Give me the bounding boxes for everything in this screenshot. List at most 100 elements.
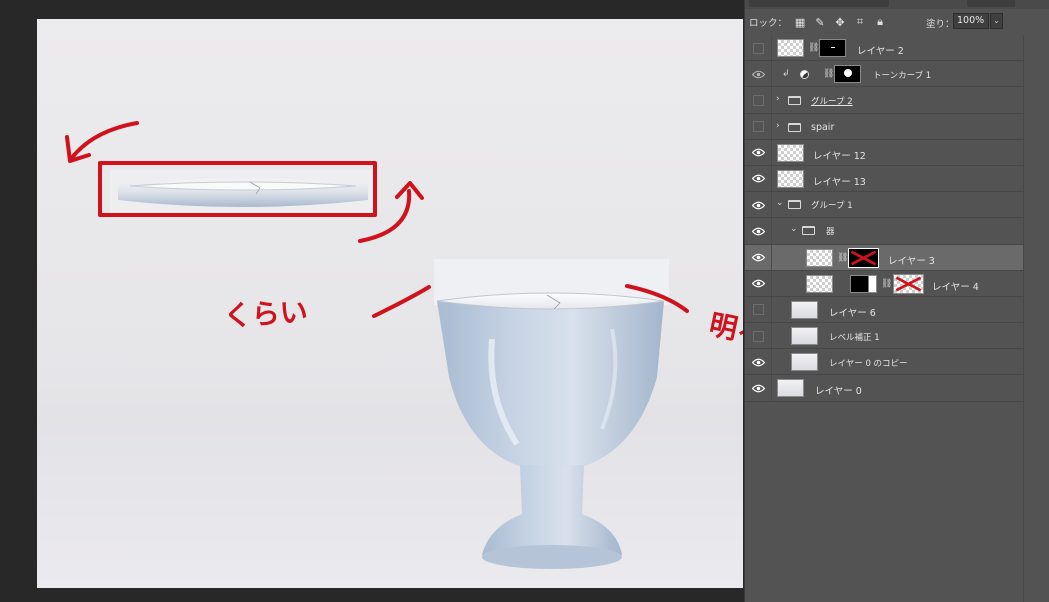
layer-name: トーンカーブ 1 <box>873 71 932 82</box>
visibility-toggle[interactable] <box>751 329 766 343</box>
layer-row[interactable]: › グループ 2 <box>745 87 1023 114</box>
red-x-mark <box>850 250 877 265</box>
layer-thumbnail <box>806 274 833 293</box>
mask-thumbnail <box>893 273 924 294</box>
visibility-toggle[interactable] <box>751 120 766 134</box>
lock-bar: ロック： ▦ ✎ ✥ ⌗ 🔒︎ 塗り： 100% ⌄ <box>745 10 1049 34</box>
padlock-icon[interactable]: 🔒︎ <box>873 15 887 29</box>
visibility-toggle[interactable] <box>751 93 766 107</box>
visibility-toggle[interactable] <box>751 67 766 81</box>
layer-name: レイヤー 12 <box>813 150 866 162</box>
visibility-toggle[interactable] <box>751 251 766 265</box>
chevron-right-icon[interactable]: › <box>776 121 780 131</box>
brush-lock-icon[interactable]: ✎ <box>813 15 827 29</box>
layer-thumbnail <box>777 143 804 162</box>
layer-name: レイヤー 6 <box>829 307 876 319</box>
document-canvas[interactable]: くらい 明るい <box>37 19 743 588</box>
visibility-toggle[interactable] <box>751 224 766 238</box>
layer-row[interactable]: レベル補正 1 <box>745 323 1023 350</box>
folder-icon <box>788 122 801 132</box>
panel-top-strip <box>745 0 1049 9</box>
link-icon: ⛓︎ <box>837 252 849 263</box>
chevron-down-icon[interactable]: ⌄ <box>776 198 784 208</box>
canvas-area[interactable]: くらい 明るい <box>0 0 744 602</box>
layer-row-selected[interactable]: ⛓︎ レイヤー 3 <box>745 244 1023 271</box>
chevron-down-icon[interactable]: ⌄ <box>790 224 798 234</box>
layer-name: レイヤー 0 <box>815 386 862 398</box>
hidden-box-icon <box>753 42 764 54</box>
fill-label: 塗り： <box>926 19 955 30</box>
layer-row[interactable]: ↲ ⛓︎ トーンカーブ 1 <box>745 61 1023 88</box>
hidden-box-icon <box>753 304 764 316</box>
layer-row[interactable]: ⌄ グループ 1 <box>745 192 1023 219</box>
eye-icon <box>752 201 765 209</box>
layer-thumbnail-2 <box>850 274 877 293</box>
dark-annotation-text: くらい <box>223 295 309 332</box>
visibility-toggle[interactable] <box>751 277 766 291</box>
mask-thumbnail <box>848 247 879 268</box>
visibility-toggle[interactable] <box>751 303 766 317</box>
fill-dropdown-arrow[interactable]: ⌄ <box>990 13 1003 29</box>
annotation-layer: くらい 明るい <box>65 121 743 358</box>
layer-name: レイヤー 2 <box>857 46 904 57</box>
lock-label: ロック： <box>749 18 788 29</box>
blend-mode-dropdown[interactable] <box>967 0 1015 7</box>
hidden-box-icon <box>753 121 764 133</box>
hidden-box-icon <box>753 330 764 342</box>
layer-name: レイヤー 0 のコピー <box>829 359 908 370</box>
layer-row[interactable]: ⛓︎ レイヤー 2 <box>745 35 1023 62</box>
layer-name: レベル補正 1 <box>829 333 880 344</box>
folder-icon <box>788 200 801 210</box>
visibility-toggle[interactable] <box>751 41 766 55</box>
visibility-toggle[interactable] <box>751 198 766 212</box>
layer-row[interactable]: レイヤー 0 のコピー <box>745 349 1023 376</box>
visibility-toggle[interactable] <box>751 172 766 186</box>
eye-icon <box>752 70 765 78</box>
visibility-toggle[interactable] <box>751 355 766 369</box>
link-icon: ⛓︎ <box>823 69 835 80</box>
layer-thumbnail <box>777 39 804 57</box>
layers-panel: ロック： ▦ ✎ ✥ ⌗ 🔒︎ 塗り： 100% ⌄ ⛓︎ レイヤー 2 ↲ ⛓… <box>744 0 1049 602</box>
layer-row[interactable]: ⌄ 器 <box>745 218 1023 245</box>
eye-icon <box>752 253 765 262</box>
visibility-toggle[interactable] <box>751 146 766 160</box>
rotate-left-arrow <box>69 121 139 161</box>
bright-annotation-text: 明るい <box>706 308 743 358</box>
red-x-mark <box>895 276 922 292</box>
layer-row[interactable]: レイヤー 0 <box>745 375 1023 402</box>
layer-row[interactable]: レイヤー 13 <box>745 165 1023 193</box>
layer-row[interactable]: › spair <box>745 113 1023 140</box>
layer-name: 器 <box>826 227 835 238</box>
folder-icon <box>788 96 801 106</box>
highlight-rectangle <box>98 161 377 217</box>
layer-row[interactable]: レイヤー 6 <box>745 296 1023 324</box>
layer-list: ⛓︎ レイヤー 2 ↲ ⛓︎ トーンカーブ 1 › グループ 2 › spair… <box>745 35 1023 402</box>
layer-name: グループ 2 <box>811 97 853 108</box>
artboard-lock-icon[interactable]: ⌗ <box>853 15 867 29</box>
layer-filter-dropdown[interactable] <box>749 0 889 7</box>
bright-side-pointer <box>625 284 689 313</box>
visibility-toggle[interactable] <box>751 381 766 395</box>
panel-scrollbar[interactable] <box>1023 35 1049 602</box>
chevron-right-icon[interactable]: › <box>776 94 780 104</box>
adjustment-icon <box>800 70 809 80</box>
checker-lock-icon[interactable]: ▦ <box>793 15 807 29</box>
layer-thumbnail <box>791 300 818 319</box>
move-lock-icon[interactable]: ✥ <box>833 15 847 29</box>
mask-thumbnail <box>834 65 861 84</box>
eye-icon <box>752 384 765 393</box>
clipping-arrow-icon: ↲ <box>782 69 790 80</box>
eye-icon <box>752 227 765 236</box>
fill-input[interactable]: 100% <box>953 13 989 29</box>
layer-row[interactable]: レイヤー 12 <box>745 139 1023 166</box>
link-icon: ⛓︎ <box>881 278 893 289</box>
hidden-box-icon <box>753 94 764 106</box>
folder-icon <box>802 226 815 236</box>
layer-thumbnail <box>777 379 804 398</box>
layer-row[interactable]: ⛓︎ レイヤー 4 <box>745 270 1023 297</box>
layer-name: グループ 1 <box>811 201 853 212</box>
eye-icon <box>752 175 765 183</box>
eye-icon <box>752 279 765 288</box>
link-icon: ⛓︎ <box>808 43 820 53</box>
layer-thumbnail <box>806 248 833 267</box>
